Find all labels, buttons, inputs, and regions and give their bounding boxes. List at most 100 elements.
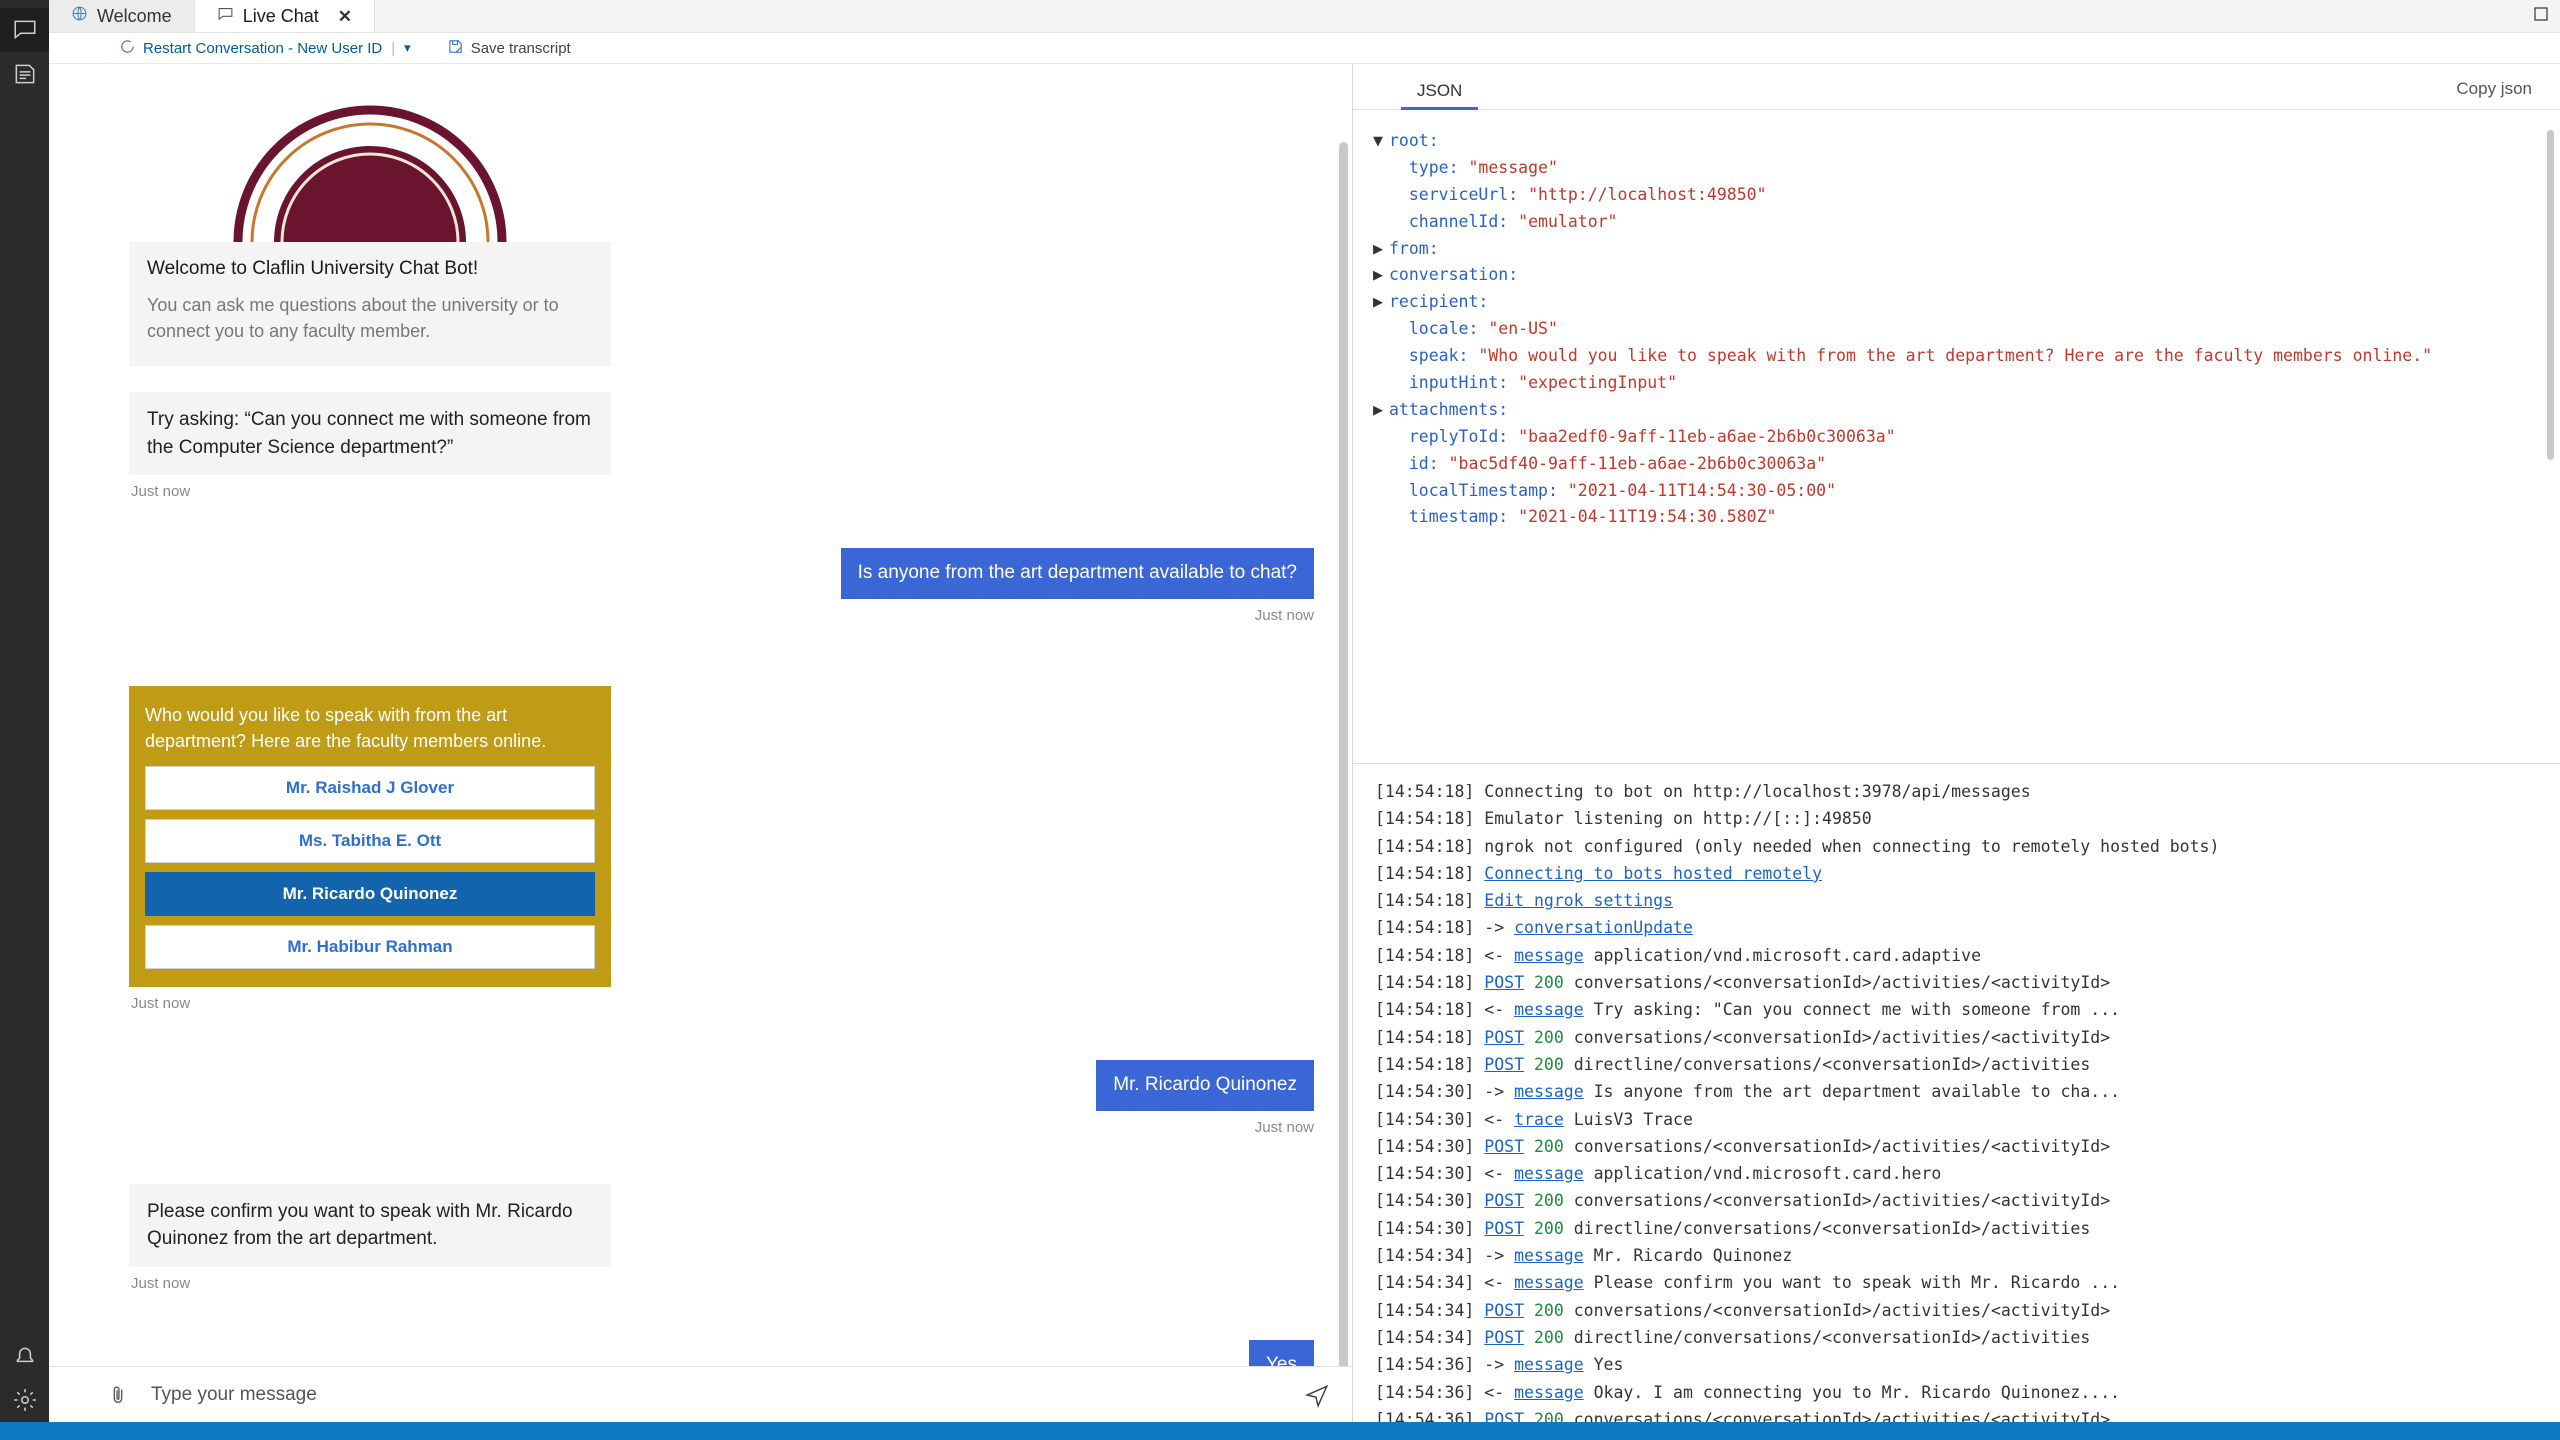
transcript-scrollbar[interactable] [1339,64,1348,1366]
gap [129,1136,1314,1184]
log-line: [14:54:18] <- message application/vnd.mi… [1375,942,2560,969]
save-disk-icon [447,38,464,59]
log-link[interactable]: POST [1484,1055,1524,1074]
message-input[interactable] [149,1383,1284,1407]
log-line: [14:54:18] POST 200 conversations/<conve… [1375,969,2560,996]
json-key: type: [1409,158,1459,177]
log-link[interactable]: POST [1484,1328,1524,1347]
json-line[interactable]: ▼root: [1373,128,2560,155]
log-line: [14:54:34] -> message Mr. Ricardo Quinon… [1375,1242,2560,1269]
send-paper-plane-icon[interactable] [1304,1382,1330,1408]
log-line: [14:54:18] Connecting to bot on http://l… [1375,778,2560,805]
log-link[interactable]: message [1514,946,1584,965]
chat-toolbar: Restart Conversation - New User ID | ▾ S… [49,33,2560,64]
bot-framework-emulator-window: Welcome Live Chat ✕ [0,0,2560,1440]
chevron-right-icon[interactable]: ▶ [1373,289,1389,316]
log-line: [14:54:36] <- message Okay. I am connect… [1375,1379,2560,1406]
log-link[interactable]: Connecting to bots hosted remotely [1484,864,1822,883]
message-row: Mr. Ricardo Quinonez Just now [129,1060,1314,1136]
chevron-right-icon[interactable]: ▶ [1373,236,1389,263]
json-key: replyToId: [1409,427,1508,446]
log-link[interactable]: POST [1484,1028,1524,1047]
json-key: root: [1389,131,1439,150]
log-link[interactable]: POST [1484,1301,1524,1320]
hero-card-text: You can ask me questions about the unive… [147,292,593,344]
gap [129,1292,1314,1340]
json-line[interactable]: ▶conversation: [1373,262,2560,289]
log-line: [14:54:18] POST 200 directline/conversat… [1375,1051,2560,1078]
message-row: Is anyone from the art department availa… [129,548,1314,624]
chat-icon[interactable] [0,8,49,52]
restart-conversation-button[interactable]: Restart Conversation - New User ID [119,38,382,59]
log-link[interactable]: conversationUpdate [1514,918,1693,937]
json-line: speak: "Who would you like to speak with… [1373,343,2560,370]
message-col: FOUNDED 1869 Welcome to Claflin Universi… [129,64,611,366]
chevron-down-icon[interactable]: ▼ [1373,128,1389,155]
json-viewer: ▼root: type: "message" serviceUrl: "http… [1353,110,2560,764]
log-link[interactable]: trace [1514,1110,1564,1129]
log-text: application/vnd.microsoft.card.adaptive [1594,946,1981,965]
save-transcript-button[interactable]: Save transcript [447,38,571,59]
log-line: [14:54:30] POST 200 conversations/<conve… [1375,1187,2560,1214]
copy-json-button[interactable]: Copy json [2456,79,2532,109]
user-message-bubble: Mr. Ricardo Quinonez [1096,1060,1314,1111]
inspector-header: JSON Copy json [1353,64,2560,110]
log-link[interactable]: message [1514,1164,1584,1183]
log-link[interactable]: message [1514,1355,1584,1374]
log-link[interactable]: message [1514,1246,1584,1265]
log-link[interactable]: message [1514,1383,1584,1402]
json-line[interactable]: ▶attachments: [1373,397,2560,424]
incoming-arrow-icon: <- [1484,1273,1514,1292]
faculty-option-button-selected[interactable]: Mr. Ricardo Quinonez [145,872,595,916]
log-link[interactable]: POST [1484,1410,1524,1422]
log-link[interactable]: POST [1484,1137,1524,1156]
message-col: Yes Just now [1249,1340,1314,1366]
incoming-arrow-icon: <- [1484,946,1514,965]
log-timestamp: [14:54:18] [1375,1000,1484,1019]
message-timestamp: Just now [131,1275,611,1292]
log-timestamp: [14:54:18] [1375,1055,1484,1074]
close-icon[interactable]: ✕ [338,8,352,25]
json-line[interactable]: ▶recipient: [1373,289,2560,316]
faculty-option-button[interactable]: Mr. Habibur Rahman [145,925,595,969]
tab-live-chat[interactable]: Live Chat ✕ [195,0,375,32]
faculty-option-button[interactable]: Ms. Tabitha E. Ott [145,819,595,863]
log-status-code: 200 [1534,1219,1564,1238]
log-link[interactable]: message [1514,1273,1584,1292]
restart-spinner-icon [119,38,136,59]
tab-json[interactable]: JSON [1401,81,1478,109]
chevron-right-icon[interactable]: ▶ [1373,262,1389,289]
log-link[interactable]: POST [1484,1191,1524,1210]
log-line: [14:54:18] <- message Try asking: "Can y… [1375,996,2560,1023]
tab-welcome[interactable]: Welcome [49,0,195,32]
log-line: [14:54:30] POST 200 directline/conversat… [1375,1215,2560,1242]
log-timestamp: [14:54:30] [1375,1082,1484,1101]
faculty-adaptive-card: Who would you like to speak with from th… [129,686,611,987]
json-line[interactable]: ▶from: [1373,236,2560,263]
notifications-bell-icon[interactable] [0,1334,49,1378]
json-scrollbar-thumb[interactable] [2547,130,2554,460]
log-status-code: 200 [1534,1410,1564,1422]
log-link[interactable]: message [1514,1000,1584,1019]
log-link[interactable]: Edit ngrok settings [1484,891,1673,910]
json-indent [1393,424,1409,451]
paperclip-icon[interactable] [107,1384,129,1406]
json-line: locale: "en-US" [1373,316,2560,343]
transcript-scrollbar-thumb[interactable] [1339,142,1348,1366]
settings-gear-icon[interactable] [0,1378,49,1422]
log-link[interactable]: POST [1484,973,1524,992]
chevron-right-icon[interactable]: ▶ [1373,397,1389,424]
chevron-down-icon[interactable]: ▾ [404,40,411,56]
json-indent [1393,451,1409,478]
log-line: [14:54:30] <- message application/vnd.mi… [1375,1160,2560,1187]
log-text: ngrok not configured (only needed when c… [1484,837,2219,856]
outgoing-arrow-icon: -> [1484,1082,1514,1101]
json-indent [1393,316,1409,343]
json-key: channelId: [1409,212,1508,231]
maximize-icon[interactable] [2532,5,2550,28]
log-link[interactable]: POST [1484,1219,1524,1238]
log-status-code: 200 [1534,1055,1564,1074]
resources-icon[interactable] [0,52,49,96]
log-link[interactable]: message [1514,1082,1584,1101]
faculty-option-button[interactable]: Mr. Raishad J Glover [145,766,595,810]
